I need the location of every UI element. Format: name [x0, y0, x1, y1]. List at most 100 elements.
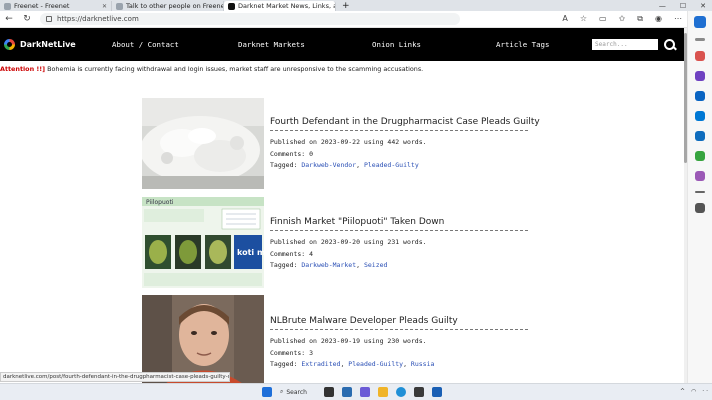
web-page: DarkNetLive About / Contact Darknet Mark… — [0, 28, 684, 383]
taskbar-search-label: Search — [286, 388, 307, 396]
tab-close-icon[interactable]: ✕ — [102, 3, 107, 10]
tab-label: Darknet Market News, Links, and — [238, 2, 336, 10]
nav-article-tags[interactable]: Article Tags — [496, 40, 592, 49]
drop-icon[interactable] — [695, 151, 705, 161]
post-thumbnail[interactable]: Piilopuoti koti maista — [142, 197, 264, 288]
url-field[interactable]: https://darknetlive.com — [40, 13, 460, 25]
new-tab-button[interactable]: + — [336, 1, 356, 11]
widgets-icon[interactable] — [342, 387, 352, 397]
tab-favicon-icon — [228, 2, 235, 10]
tagged-label: Tagged: — [270, 261, 298, 269]
more-menu-icon[interactable]: ⋯ — [674, 14, 682, 24]
refresh-icon[interactable]: ↻ — [18, 14, 36, 24]
post-title-link[interactable]: Finnish Market "Piilopuoti" Taken Down — [270, 217, 528, 231]
teams-chat-icon[interactable] — [360, 387, 370, 397]
edge-icon[interactable] — [396, 387, 406, 397]
post-comments: Comments: 3 — [270, 348, 314, 357]
minimize-icon[interactable]: — — [659, 1, 666, 11]
file-explorer-icon[interactable] — [378, 387, 388, 397]
maximize-icon[interactable]: ☐ — [680, 1, 686, 11]
close-window-icon[interactable]: ✕ — [700, 1, 706, 11]
post-title-link[interactable]: Fourth Defendant in the Drugpharmacist C… — [270, 117, 540, 131]
collections-icon[interactable]: ⧉ — [637, 14, 643, 24]
taskbar-search[interactable]: ⌕ Search — [280, 388, 316, 396]
tab-favicon-icon — [116, 2, 123, 10]
search-sidebar-icon[interactable] — [695, 38, 705, 41]
post-thumbnail[interactable] — [142, 98, 264, 189]
tag-link[interactable]: Seized — [364, 261, 387, 269]
favorites-icon[interactable]: ✩ — [619, 14, 626, 24]
nav-onion-links[interactable]: Onion Links — [372, 40, 496, 49]
favorite-star-icon[interactable]: ☆ — [580, 14, 587, 24]
tag-link[interactable]: Russia — [411, 360, 434, 368]
store-icon[interactable] — [414, 387, 424, 397]
post-comments: Comments: 4 — [270, 249, 314, 258]
search-icon[interactable] — [664, 38, 676, 51]
tagged-label: Tagged: — [270, 161, 298, 169]
add-sidebar-icon[interactable] — [695, 203, 705, 213]
task-view-icon[interactable] — [324, 387, 334, 397]
browser-tab-active[interactable]: Darknet Market News, Links, and✕ — [224, 1, 336, 11]
tag-link[interactable]: Pleaded-Guilty — [364, 161, 419, 169]
copilot-icon[interactable] — [694, 16, 706, 28]
post-tags: Tagged: Extradited, Pleaded-Guilty, Russ… — [270, 360, 435, 368]
shopping-icon[interactable] — [695, 51, 705, 61]
nav-darknet-markets[interactable]: Darknet Markets — [238, 40, 372, 49]
post-thumbnail[interactable] — [142, 295, 264, 383]
post-meta: NLBrute Malware Developer Pleads Guilty … — [270, 316, 528, 371]
site-logo-text: DarkNetLive — [20, 40, 76, 49]
post-tags: Tagged: Darkweb-Vendor, Pleaded-Guilty — [270, 161, 419, 169]
post-item: Fourth Defendant in the Drugpharmacist C… — [142, 98, 540, 189]
post-tags: Tagged: Darkweb-Market, Seized — [270, 261, 388, 269]
system-tray: ^ ◠ · · — [680, 388, 708, 395]
read-aloud-icon[interactable]: A — [562, 14, 567, 24]
link-status-bar: darknetlive.com/post/fourth-defendant-in… — [0, 372, 230, 382]
windows-start-icon[interactable] — [262, 387, 272, 397]
url-text: https://darknetlive.com — [57, 15, 139, 23]
tools-icon[interactable] — [695, 71, 705, 81]
browser-sidebar — [687, 11, 712, 383]
post-comments: Comments: 0 — [270, 149, 314, 158]
thumb-badge-text: koti maista — [237, 248, 264, 257]
post-title-link[interactable]: NLBrute Malware Developer Pleads Guilty — [270, 316, 528, 330]
profile-icon[interactable]: ◉ — [655, 14, 662, 24]
tray-chevron-icon[interactable]: ^ — [680, 388, 685, 395]
clock[interactable]: · · — [702, 388, 708, 395]
address-bar-row: ← ↻ https://darknetlive.com A ☆ ▭ ✩ ⧉ ◉ … — [0, 11, 712, 28]
tag-link[interactable]: Pleaded-Guilty — [348, 360, 403, 368]
taskbar-apps: ⌕ Search — [262, 387, 442, 397]
post-item: Piilopuoti koti maista Finnish Market "P… — [142, 197, 532, 288]
post-published: Published on 2023-09-20 using 231 words. — [270, 238, 427, 246]
nav-about-contact[interactable]: About / Contact — [112, 40, 238, 49]
terminal-icon[interactable] — [432, 387, 442, 397]
outlook-icon[interactable] — [695, 131, 705, 141]
tag-link[interactable]: Darkweb-Vendor — [301, 161, 356, 169]
microsoft365-icon[interactable] — [695, 111, 705, 121]
lock-icon — [46, 16, 52, 22]
post-item: NLBrute Malware Developer Pleads Guilty … — [142, 295, 532, 383]
site-logo[interactable]: DarkNetLive — [0, 39, 112, 50]
window-controls: — ☐ ✕ — [659, 1, 712, 11]
designer-icon[interactable] — [695, 171, 705, 181]
back-icon[interactable]: ← — [0, 14, 18, 24]
browser-tab[interactable]: Talk to other people on Freenet✕ — [112, 1, 224, 11]
tagged-label: Tagged: — [270, 360, 298, 368]
split-screen-icon[interactable]: ▭ — [599, 14, 607, 24]
windows-taskbar: ⌕ Search ^ ◠ · · — [0, 383, 712, 400]
post-published: Published on 2023-09-22 using 442 words. — [270, 138, 427, 146]
post-published: Published on 2023-09-19 using 230 words. — [270, 337, 427, 345]
tag-link[interactable]: Darkweb-Market — [301, 261, 356, 269]
scrollbar-thumb[interactable] — [684, 33, 687, 163]
tab-label: Freenet - Freenet — [14, 2, 70, 10]
browser-tab[interactable]: Freenet - Freenet ✕ — [0, 1, 112, 11]
page-scrollbar[interactable] — [684, 28, 687, 383]
tag-link[interactable]: Extradited — [301, 360, 340, 368]
divider — [695, 191, 705, 193]
alert-text: Bohemia is currently facing withdrawal a… — [45, 65, 424, 73]
site-search-input[interactable]: Search... — [592, 39, 659, 50]
games-icon[interactable] — [695, 91, 705, 101]
thumb-site-name: Piilopuoti — [146, 199, 174, 206]
alert-banner: Attention !!] Bohemia is currently facin… — [0, 61, 684, 75]
wifi-icon[interactable]: ◠ — [691, 388, 696, 395]
post-meta: Fourth Defendant in the Drugpharmacist C… — [270, 117, 540, 172]
